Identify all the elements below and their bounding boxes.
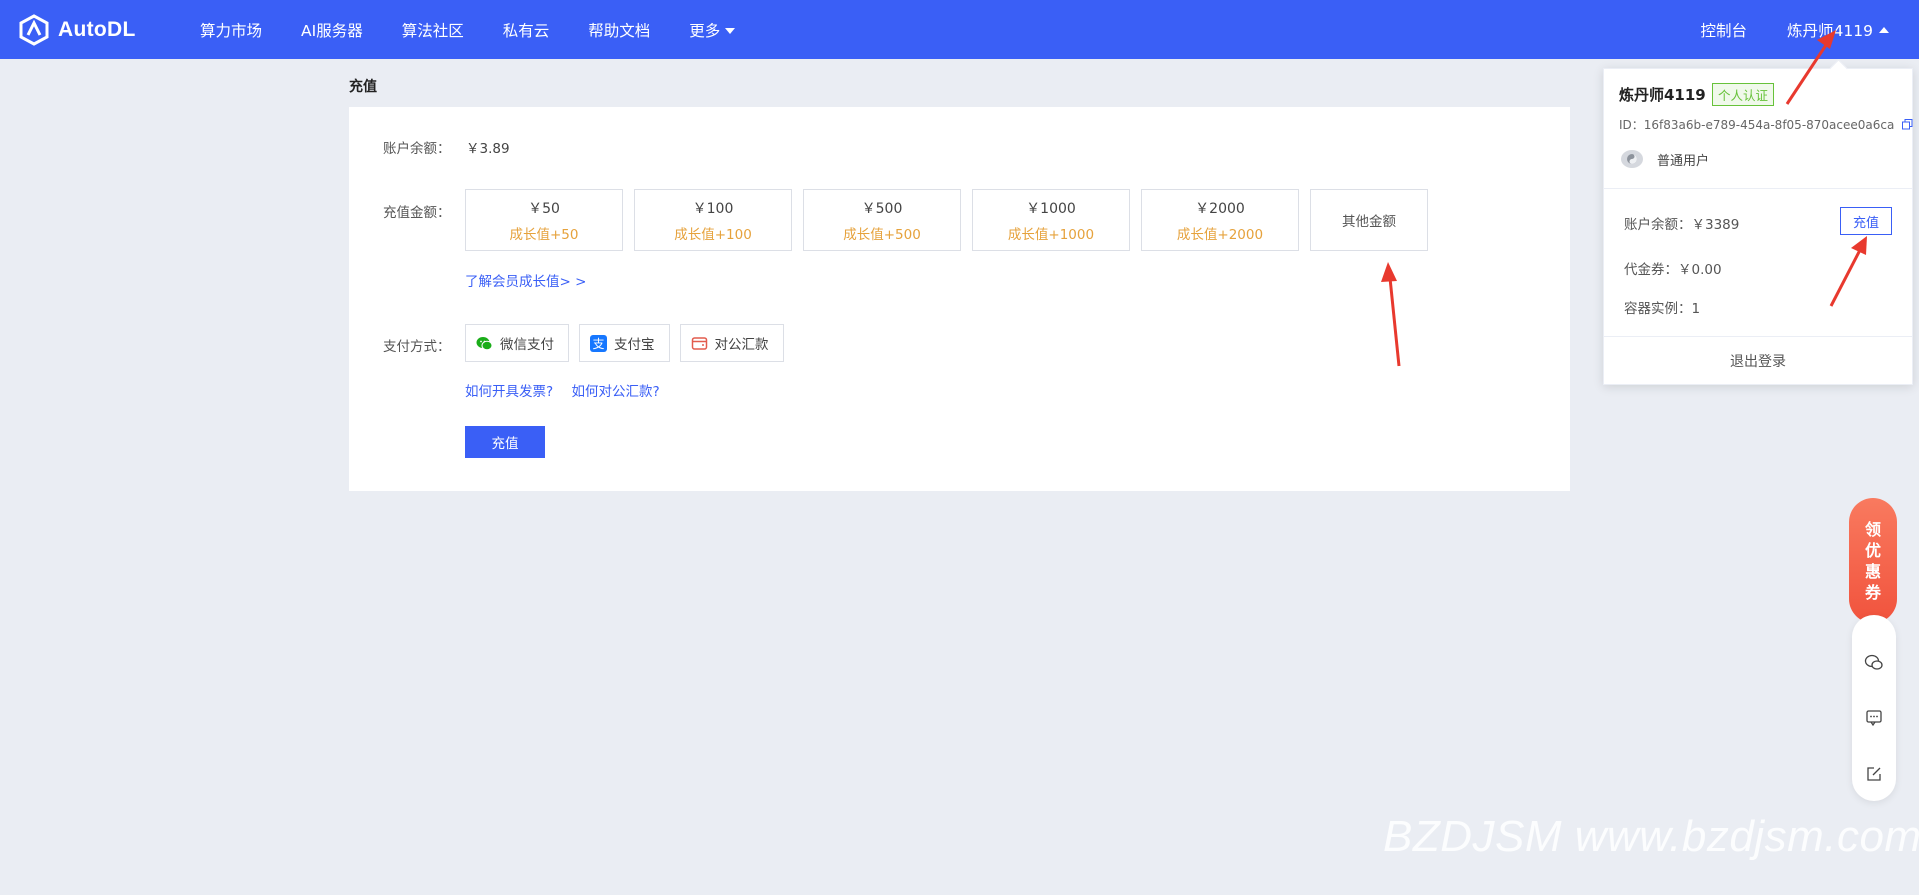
pay-wechat[interactable]: 微信支付	[465, 324, 569, 362]
wallet-icon	[691, 335, 708, 352]
pay-method-label: 支付方式：	[383, 339, 451, 355]
coupon-char: 券	[1864, 582, 1881, 602]
amount-option-500[interactable]: ￥500 成长值+500	[803, 189, 961, 251]
logout-button[interactable]: 退出登录	[1604, 337, 1912, 385]
pay-alipay-label: 支付宝	[614, 337, 655, 353]
user-level: 普通用户	[1619, 149, 1709, 169]
amount-value: ￥2000	[1195, 200, 1245, 217]
coupon-char: 惠	[1864, 561, 1881, 581]
chevron-up-icon	[1879, 26, 1889, 33]
dropdown-username: 炼丹师4119	[1619, 86, 1706, 104]
amount-option-other[interactable]: 其他金额	[1310, 189, 1428, 251]
message-icon[interactable]	[1864, 708, 1884, 728]
help-links: 如何开具发票? 如何对公汇款?	[465, 380, 674, 400]
coupon-button[interactable]: 领 优 惠 券	[1849, 498, 1897, 623]
top-right-group: 控制台 炼丹师4119	[1701, 0, 1889, 59]
learn-growth-link[interactable]: 了解会员成长值> >	[465, 270, 586, 290]
page-title: 充值	[349, 79, 377, 95]
amount-option-2000[interactable]: ￥2000 成长值+2000	[1141, 189, 1299, 251]
amount-label: 充值金额：	[383, 205, 451, 221]
dropdown-voucher: 代金券：￥0.00	[1624, 262, 1722, 278]
chevron-down-icon	[725, 28, 736, 34]
amount-option-50[interactable]: ￥50 成长值+50	[465, 189, 623, 251]
balance-value: ￥3.89	[466, 141, 510, 157]
dropdown-recharge-button[interactable]: 充值	[1840, 207, 1892, 235]
recharge-card: 账户余额： ￥3.89 充值金额： ￥50 成长值+50 ￥100 成长值+10…	[349, 107, 1570, 491]
feedback-edit-icon[interactable]	[1864, 764, 1884, 784]
amount-growth: 成长值+1000	[1007, 226, 1095, 243]
dropdown-balance: 账户余额：￥3389	[1624, 217, 1740, 233]
recharge-submit-button[interactable]: 充值	[465, 426, 545, 458]
amount-growth: 成长值+500	[843, 226, 921, 243]
transfer-help-link[interactable]: 如何对公汇款?	[571, 384, 659, 400]
console-link[interactable]: 控制台	[1701, 19, 1748, 41]
username: 炼丹师4119	[1787, 21, 1873, 40]
autodl-logo-icon	[19, 13, 49, 46]
amount-growth: 成长值+50	[509, 226, 579, 243]
pay-wechat-label: 微信支付	[500, 337, 554, 353]
nav-item-private-cloud[interactable]: 私有云	[503, 19, 550, 41]
level-badge-icon	[1621, 150, 1643, 168]
amount-value: ￥1000	[1026, 200, 1076, 217]
amount-option-100[interactable]: ￥100 成长值+100	[634, 189, 792, 251]
user-dropdown: 炼丹师4119 个人认证 ID：16f83a6b-e789-454a-8f05-…	[1603, 68, 1913, 385]
other-amount-label: 其他金额	[1342, 214, 1396, 230]
alipay-icon: 支	[590, 334, 607, 352]
main-nav: 算力市场 AI服务器 算法社区 私有云 帮助文档 更多	[200, 0, 774, 59]
coupon-char: 领	[1864, 519, 1881, 539]
balance-label: 账户余额：	[383, 141, 451, 157]
floating-toolbar	[1852, 615, 1896, 801]
divider	[1604, 188, 1912, 189]
amount-options: ￥50 成长值+50 ￥100 成长值+100 ￥500 成长值+500 ￥10…	[465, 189, 1439, 251]
verified-badge: 个人认证	[1712, 83, 1775, 106]
amount-growth: 成长值+100	[674, 226, 752, 243]
nav-more-label: 更多	[689, 21, 721, 40]
user-menu-toggle[interactable]: 炼丹师4119	[1787, 19, 1889, 41]
watermark: BZDJSM www.bzdjsm.com	[1383, 812, 1919, 861]
user-id-text: ID：16f83a6b-e789-454a-8f05-870acee0a6ca	[1619, 118, 1895, 132]
pay-methods: 微信支付 支 支付宝 对公汇款	[465, 324, 794, 362]
pay-alipay[interactable]: 支 支付宝	[579, 324, 670, 362]
amount-value: ￥50	[528, 200, 560, 217]
nav-item-community[interactable]: 算法社区	[402, 19, 464, 41]
logo[interactable]: AutoDL	[18, 13, 136, 46]
nav-item-more[interactable]: 更多	[689, 19, 736, 41]
user-level-label: 普通用户	[1657, 153, 1710, 169]
amount-value: ￥100	[692, 200, 734, 217]
amount-option-1000[interactable]: ￥1000 成长值+1000	[972, 189, 1130, 251]
amount-value: ￥500	[861, 200, 903, 217]
coupon-char: 优	[1864, 540, 1881, 560]
dropdown-instances: 容器实例：1	[1624, 301, 1701, 317]
nav-item-ai-server[interactable]: AI服务器	[301, 19, 363, 41]
invoice-help-link[interactable]: 如何开具发票?	[465, 384, 553, 400]
wechat-chat-icon[interactable]	[1864, 653, 1884, 673]
brand-name: AutoDL	[58, 17, 136, 41]
pay-bank-transfer[interactable]: 对公汇款	[679, 324, 784, 362]
nav-item-market[interactable]: 算力市场	[200, 19, 262, 41]
wechat-icon	[476, 335, 493, 352]
pay-bank-transfer-label: 对公汇款	[714, 337, 769, 353]
top-nav-bar: AutoDL 算力市场 AI服务器 算法社区 私有云 帮助文档 更多 控制台 炼…	[0, 0, 1919, 59]
svg-text:支: 支	[592, 337, 604, 351]
nav-item-help-docs[interactable]: 帮助文档	[588, 19, 650, 41]
copy-icon[interactable]	[1902, 118, 1913, 133]
amount-growth: 成长值+2000	[1176, 226, 1264, 243]
user-id: ID：16f83a6b-e789-454a-8f05-870acee0a6ca	[1619, 116, 1913, 133]
